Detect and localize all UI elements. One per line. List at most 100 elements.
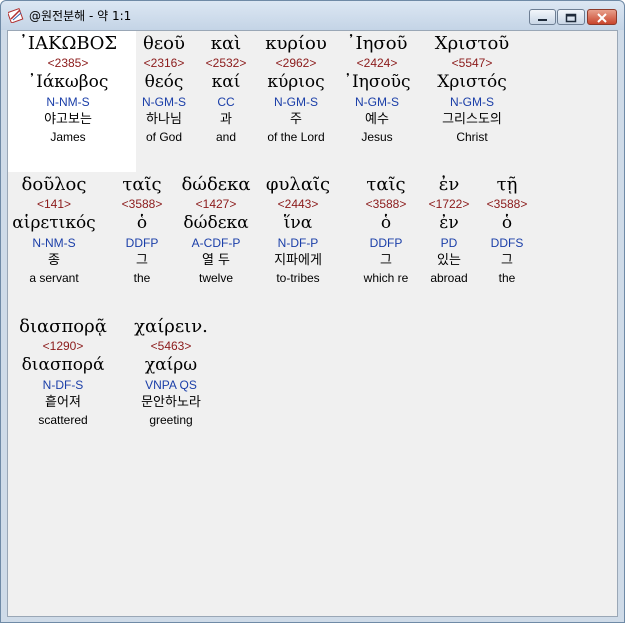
korean-gloss: 종 <box>48 253 60 268</box>
strongs-number: <3588> <box>365 197 407 211</box>
interlinear-panel: ᾿ΙΑΚΩΒΟΣ <2385> ᾿Ιάκωβος N-NM-S 야고보는 James θεο… <box>7 30 618 617</box>
morphology-code: DDFP <box>369 236 403 250</box>
lemma-word: καί <box>211 72 241 92</box>
korean-gloss: 하나님 <box>146 112 182 127</box>
greek-word: Χριστοῦ <box>434 33 510 54</box>
strongs-number: <2385> <box>47 56 89 70</box>
morphology-code: VNPA QS <box>145 378 197 392</box>
morphology-code: DDFS <box>490 236 524 250</box>
korean-gloss: 문안하노라 <box>141 395 201 410</box>
morphology-code: PD <box>440 236 458 250</box>
morphology-code: N-DF-P <box>277 236 319 250</box>
morphology-code: N-GM-S <box>354 95 399 109</box>
morphology-code: DDFP <box>125 236 159 250</box>
korean-gloss: 열 두 <box>201 253 231 268</box>
korean-gloss: 주 <box>290 112 302 127</box>
greek-word: ᾿ΙΑΚΩΒΟΣ <box>18 33 118 54</box>
greek-word: θεοῦ <box>143 33 185 54</box>
english-gloss: Christ <box>456 130 488 144</box>
greek-word: κυρίου <box>265 33 327 54</box>
lemma-word: αἱρετικός <box>12 213 96 233</box>
english-gloss: the <box>133 271 151 285</box>
lemma-word: ἐν <box>439 213 459 233</box>
strongs-number: <2424> <box>356 56 398 70</box>
strongs-number: <1427> <box>195 197 237 211</box>
word-block[interactable]: ᾿ΙΑΚΩΒΟΣ <2385> ᾿Ιάκωβος N-NM-S 야고보는 James <box>19 33 117 145</box>
app-icon <box>8 7 24 23</box>
korean-gloss: 있는 <box>437 253 461 268</box>
strongs-number: <141> <box>36 197 72 211</box>
morphology-code: N-GM-S <box>449 95 494 109</box>
english-gloss: abroad <box>430 271 468 285</box>
maximize-button[interactable] <box>557 9 585 25</box>
window-title: @원전분해 - 약 1:1 <box>29 9 132 23</box>
strongs-number: <2532> <box>205 56 247 70</box>
word-block[interactable]: διασπορᾷ <1290> διασπορά N-DF-S 흩어져 scattered <box>19 316 107 428</box>
strongs-number: <1722> <box>428 197 470 211</box>
lemma-word: ἵνα <box>283 213 313 233</box>
word-block[interactable]: κυρίου <2962> κύριος N-GM-S 주 of the Lord <box>265 33 327 145</box>
lemma-word: δώδεκα <box>183 213 249 233</box>
strongs-number: <2316> <box>143 56 185 70</box>
greek-word: ταῖς <box>122 174 162 195</box>
word-block[interactable]: Χριστοῦ <5547> Χριστός N-GM-S 그리스도의 Christ <box>435 33 509 145</box>
greek-word: τῇ <box>496 174 518 195</box>
word-block[interactable]: ταῖς <3588> ὁ DDFP 그 the <box>122 174 163 286</box>
word-block[interactable]: θεοῦ <2316> θεός N-GM-S 하나님 of God <box>142 33 186 145</box>
english-gloss: Jesus <box>361 130 393 144</box>
korean-gloss: 야고보는 <box>44 112 92 127</box>
minimize-button[interactable] <box>529 9 556 25</box>
strongs-number: <5547> <box>451 56 493 70</box>
greek-word: χαίρειν. <box>134 316 208 337</box>
lemma-word: χαίρω <box>144 355 198 375</box>
word-block[interactable]: δώδεκα <1427> δώδεκα A-CDF-P 열 두 twelve <box>181 174 250 286</box>
english-gloss: scattered <box>38 413 88 427</box>
close-button[interactable] <box>587 9 617 25</box>
english-gloss: James <box>50 130 86 144</box>
english-gloss: and <box>215 130 237 144</box>
lemma-word: ὁ <box>501 213 513 233</box>
greek-word: διασπορᾷ <box>19 316 107 337</box>
korean-gloss: 그 <box>380 253 392 268</box>
greek-word: ἐν <box>438 174 460 195</box>
morphology-code: N-GM-S <box>142 95 186 109</box>
word-block[interactable]: καὶ <2532> καί CC 과 and <box>206 33 247 145</box>
english-gloss: the <box>498 271 516 285</box>
word-block[interactable]: ᾿Ιησοῦ <2424> ᾿Ιησοῦς N-GM-S 예수 Jesus <box>343 33 410 145</box>
greek-word: ᾿Ιησοῦ <box>346 33 408 54</box>
english-gloss: a servant <box>29 271 79 285</box>
word-block[interactable]: χαίρειν. <5463> χαίρω VNPA QS 문안하노라 greeting <box>134 316 208 428</box>
word-block[interactable]: ταῖς <3588> ὁ DDFP 그 which re <box>364 174 409 286</box>
strongs-number: <3588> <box>486 197 528 211</box>
english-gloss: to-tribes <box>276 271 320 285</box>
lemma-word: Χριστός <box>437 72 507 92</box>
word-block[interactable]: ἐν <1722> ἐν PD 있는 abroad <box>429 174 470 286</box>
korean-gloss: 지파에게 <box>274 253 322 268</box>
greek-word: φυλαῖς <box>265 174 331 195</box>
greek-word: ταῖς <box>366 174 406 195</box>
korean-gloss: 그 <box>501 253 513 268</box>
english-gloss: greeting <box>149 413 193 427</box>
strongs-number: <5463> <box>150 339 192 353</box>
korean-gloss: 과 <box>220 112 232 127</box>
english-gloss: of the Lord <box>267 130 325 144</box>
strongs-number: <3588> <box>121 197 163 211</box>
strongs-number: <2443> <box>277 197 319 211</box>
minimize-icon <box>538 19 547 21</box>
app-window: @원전분해 - 약 1:1 ᾿ΙΑΚΩΒΟΣ <2385> ᾿Ιάκωβος N-NM… <box>0 0 625 623</box>
greek-word: δώδεκα <box>181 174 251 195</box>
strongs-number: <1290> <box>42 339 84 353</box>
greek-word: καὶ <box>210 33 242 54</box>
english-gloss: of God <box>145 130 183 144</box>
lemma-word: ᾿Ιάκωβος <box>27 72 109 92</box>
word-block[interactable]: τῇ <3588> ὁ DDFS 그 the <box>487 174 528 286</box>
maximize-icon <box>565 13 577 23</box>
lemma-word: ὁ <box>136 213 148 233</box>
word-block[interactable]: φυλαῖς <2443> ἵνα N-DF-P 지파에게 to-tribes <box>266 174 330 286</box>
title-bar[interactable]: @원전분해 - 약 1:1 <box>1 1 624 30</box>
strongs-number: <2962> <box>275 56 317 70</box>
morphology-code: A-CDF-P <box>191 236 241 250</box>
korean-gloss: 그 <box>136 253 148 268</box>
word-block[interactable]: δοῦλος <141> αἱρετικός N-NM-S 종 a servant <box>12 174 95 286</box>
morphology-code: N-DF-S <box>42 378 84 392</box>
